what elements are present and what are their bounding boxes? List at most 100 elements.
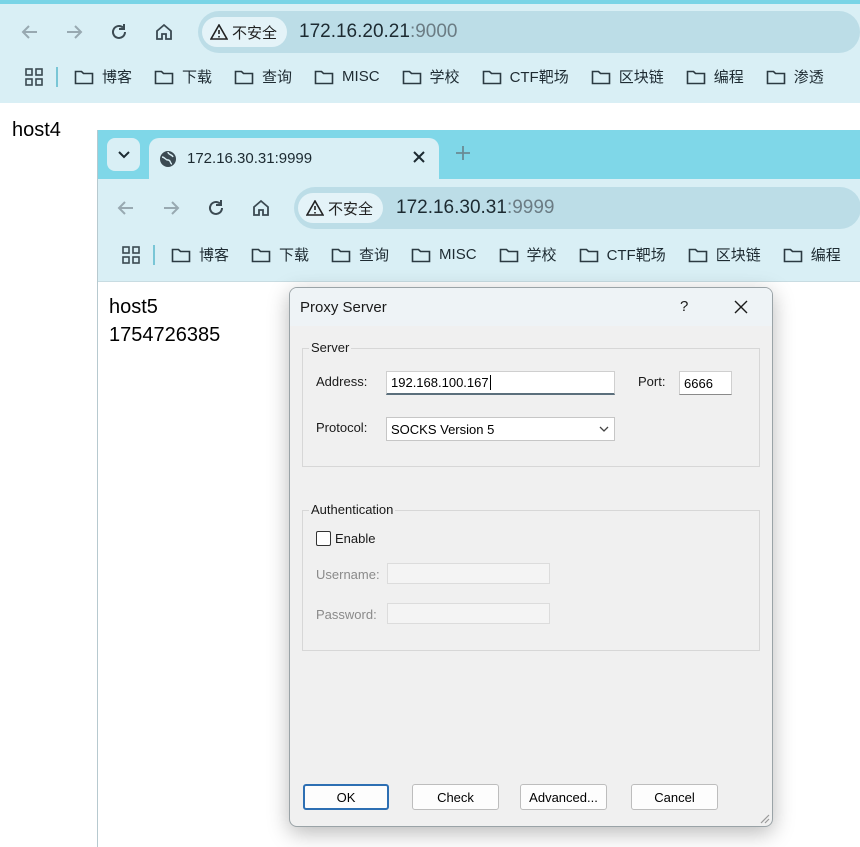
bookmark-folder[interactable]: CTF靶场 [482,66,569,87]
folder-icon [482,70,501,84]
bookmark-folder[interactable]: 查询 [331,244,389,265]
url-host: 172.16.20.21 [299,21,410,42]
bookmark-folder[interactable]: 下载 [251,244,309,265]
folder-icon [783,248,803,262]
username-label: Username: [316,567,380,582]
inner-forward-button[interactable] [157,194,185,222]
url-text: 172.16.20.21:9000 [299,21,458,43]
bookmark-folder[interactable]: 下载 [154,66,212,87]
chevron-down-icon [117,150,130,158]
address-bar[interactable]: 不安全 172.16.20.21:9000 [198,11,860,53]
folder-icon [402,70,421,84]
folder-icon [688,248,708,262]
bookmark-folder[interactable]: 区块链 [688,244,761,265]
bookmark-folder[interactable]: 查询 [234,66,292,87]
bookmark-separator [153,244,155,265]
home-icon [156,23,172,40]
inner-address-bar[interactable]: 不安全 172.16.30.31:9999 [294,187,860,229]
back-button[interactable] [16,18,44,46]
tab-active[interactable]: 172.16.30.31:9999 [149,138,439,179]
server-group [302,348,760,467]
home-button[interactable] [150,18,178,46]
inner-url-host: 172.16.30.31 [396,197,507,218]
bookmark-label: 下载 [182,69,213,86]
bookmark-folder[interactable]: MISC [314,66,380,87]
forward-arrow-icon [164,201,180,215]
outer-tabstrip [0,0,860,4]
new-tab-button[interactable] [455,145,471,166]
password-input[interactable] [387,603,550,624]
inner-url-port: :9999 [506,197,555,218]
close-icon [413,151,425,163]
inner-bookmark-list: 博客 下载 查询 MISC 学校 CTF靶场 区块链 编程 [171,244,860,265]
password-label: Password: [316,607,377,622]
address-input[interactable]: 192.168.100.167 [386,371,615,395]
apps-grid-icon[interactable] [24,67,44,87]
page-text-host4: host4 [12,119,61,141]
url-port: :9000 [409,21,458,42]
bookmark-label: 渗透 [793,69,824,86]
inner-url-text: 172.16.30.31:9999 [396,197,555,219]
bookmark-label: 区块链 [618,69,664,86]
forward-button[interactable] [60,18,88,46]
check-button[interactable]: Check [412,784,499,810]
folder-icon [234,70,254,84]
dialog-close-button[interactable] [734,300,748,319]
outer-browser-toolbar: 不安全 172.16.20.21:9000 博客 下载 查询 MISC 学校 CTF靶场 区… [0,0,860,103]
bookmark-folder[interactable]: 博客 [171,244,229,265]
reload-button[interactable] [105,18,133,46]
folder-icon [171,248,191,262]
cancel-button[interactable]: Cancel [631,784,718,810]
port-label: Port: [638,374,666,389]
bookmark-folder[interactable]: 渗透 [766,66,824,87]
advanced-button[interactable]: Advanced... [520,784,607,810]
port-value: 6666 [684,375,713,391]
reload-icon [209,200,223,215]
bookmark-label: 区块链 [715,247,761,264]
username-input[interactable] [387,563,550,584]
protocol-select[interactable]: SOCKS Version 5 [386,417,615,441]
bookmark-label: 学校 [526,247,557,264]
bookmarks-bar: 博客 下载 查询 MISC 学校 CTF靶场 区块链 编程 渗透 [24,66,846,87]
bookmark-folder[interactable]: 学校 [402,66,460,87]
tab-close-button[interactable] [413,150,425,167]
folder-icon [766,70,786,84]
bookmark-label: 编程 [810,247,841,264]
resize-grip-icon[interactable] [758,812,770,824]
bookmark-folder[interactable]: 编程 [686,66,744,87]
tab-search-button[interactable] [107,138,140,171]
inner-home-button[interactable] [247,194,275,222]
enable-checkbox-row[interactable]: Enable [316,531,375,546]
back-arrow-icon [117,201,133,215]
folder-icon [591,70,611,84]
warning-icon [210,24,228,40]
apps-grid-icon[interactable] [121,245,141,265]
warning-icon [306,200,324,216]
bookmark-folder[interactable]: CTF靶场 [579,244,666,265]
page-text-host5: host5 [109,296,158,318]
folder-icon [686,70,706,84]
protocol-value: SOCKS Version 5 [391,421,495,437]
folder-icon [331,248,351,262]
enable-checkbox[interactable] [316,531,331,546]
page-text-number: 1754726385 [109,324,221,346]
bookmark-folder[interactable]: 编程 [783,244,841,265]
bookmark-folder[interactable]: 区块链 [591,66,664,87]
inner-back-button[interactable] [112,194,140,222]
bookmark-label: 博客 [102,69,133,86]
inner-security-label: 不安全 [328,200,374,218]
help-button[interactable]: ? [680,298,688,315]
port-input[interactable]: 6666 [679,371,732,395]
dialog-title: Proxy Server [300,299,387,316]
bookmark-folder[interactable]: MISC [411,244,477,265]
folder-icon [74,70,94,84]
bookmark-list: 博客 下载 查询 MISC 学校 CTF靶场 区块链 编程 渗透 [74,66,846,87]
inner-reload-button[interactable] [202,194,230,222]
ok-button[interactable]: OK [303,784,389,810]
bookmark-label: CTF靶场 [606,247,666,264]
inner-security-chip[interactable]: 不安全 [298,193,384,223]
bookmark-folder[interactable]: 学校 [499,244,557,265]
bookmark-label: MISC [439,246,477,263]
bookmark-folder[interactable]: 博客 [74,66,132,87]
security-chip[interactable]: 不安全 [202,17,288,47]
